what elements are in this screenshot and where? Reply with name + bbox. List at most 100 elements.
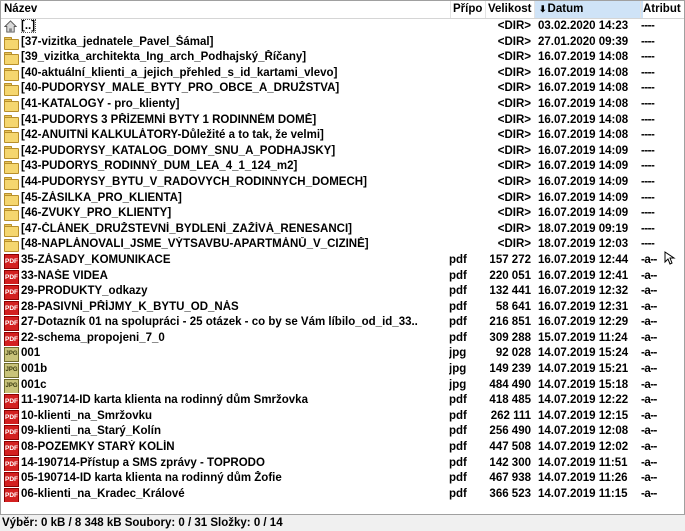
pdf-file-icon: PDF <box>4 440 20 456</box>
folder-icon <box>4 128 20 144</box>
file-rows: [..] <DIR> 03.02.2020 14:23 ---- [37-vizitka… <box>1 19 684 503</box>
file-extension <box>449 97 483 113</box>
pdf-file-icon: PDF <box>4 315 20 331</box>
file-extension: pdf <box>449 253 467 266</box>
pdf-file-icon: PDF <box>4 269 20 285</box>
file-row[interactable]: PDF 08-POZEMKY STARÝ KOLÍN pdf 447 508 14.07… <box>1 440 684 456</box>
file-date: 16.07.2019 14:08 <box>538 113 629 126</box>
folder-row[interactable]: [47-ČLÁNEK_DRUŽSTEVNÍ_BYDLENÍ_ZAŽÍVÁ_REN… <box>1 222 684 238</box>
folder-icon <box>4 66 20 82</box>
file-row[interactable]: PDF 05-190714-ID karta klienta na rodinný… <box>1 471 684 487</box>
file-date: 16.07.2019 12:29 <box>538 316 629 329</box>
file-attributes: -a-- <box>641 472 657 485</box>
file-row[interactable]: PDF 10-klienti_na_Smržovku pdf 262 111 14.07… <box>1 409 684 425</box>
folder-row[interactable]: [42-PUDORYSY_KATALOG_DOMY_SNU_A_PODHAJSK… <box>1 144 684 160</box>
file-extension <box>449 66 483 82</box>
file-date: 16.07.2019 14:09 <box>538 175 629 188</box>
file-attributes: -a-- <box>641 441 657 454</box>
file-name: [45-ZÁSILKA_PRO_KLIENTA] <box>21 191 182 204</box>
file-row[interactable]: PDF 27-Dotazník 01 na spolupráci - 25 otá… <box>1 315 684 331</box>
file-name: [41-KATALOGY - pro_klienty] <box>21 97 180 110</box>
file-date: 14.07.2019 12:08 <box>538 425 629 438</box>
file-attributes: -a-- <box>641 378 657 391</box>
file-size: <DIR> <box>497 20 531 32</box>
file-size: <DIR> <box>497 82 531 95</box>
file-row[interactable]: JPG 001 jpg 92 028 14.07.2019 15:24 -a-- <box>1 346 684 363</box>
file-date: 16.07.2019 14:08 <box>538 51 629 64</box>
column-header-extension[interactable]: Přípo <box>450 1 487 18</box>
file-date: 03.02.2020 14:23 <box>538 20 629 32</box>
file-attributes: ---- <box>641 35 655 48</box>
file-row[interactable]: PDF 33-NAŠE VIDEA pdf 220 051 16.07.2019 12:… <box>1 269 684 285</box>
file-name: 28-PASIVNÍ_PŘÍJMY_K_BYTU_OD_NÁS <box>21 300 239 313</box>
file-size: 92 028 <box>495 347 531 360</box>
folder-row[interactable]: [41-PUDORYS 3 PŘÍZEMNÍ BYTY 1 RODINNÉM D… <box>1 113 684 129</box>
column-header-size[interactable]: Velikost <box>485 1 535 18</box>
file-size: <DIR> <box>497 160 531 173</box>
folder-icon <box>4 144 20 160</box>
file-date: 18.07.2019 12:03 <box>538 238 629 251</box>
file-list-panel[interactable]: Název Přípo Velikost ⬇Datum Atribut [..]… <box>0 0 685 515</box>
file-row[interactable]: PDF 29-PRODUKTY_odkazy pdf 132 441 16.07.201… <box>1 284 684 300</box>
file-row[interactable]: PDF 06-klienti_na_Kradec_Králové pdf 366 52… <box>1 487 684 503</box>
column-header-date[interactable]: ⬇Datum <box>534 1 643 18</box>
file-extension: pdf <box>449 316 467 329</box>
file-attributes: ---- <box>641 238 655 251</box>
file-row[interactable]: JPG 001c jpg 484 490 14.07.2019 15:18 -a-- <box>1 378 684 394</box>
folder-row[interactable]: [45-ZÁSILKA_PRO_KLIENTA] <DIR> 16.07.2019 … <box>1 191 684 207</box>
file-date: 16.07.2019 14:08 <box>538 129 629 142</box>
file-row[interactable]: PDF 09-klienti_na_Starý_Kolín pdf 256 490 14… <box>1 424 684 441</box>
pdf-file-icon: PDF <box>4 284 20 300</box>
file-attributes: ---- <box>641 82 655 95</box>
file-date: 16.07.2019 14:08 <box>538 66 629 79</box>
file-size: <DIR> <box>497 129 531 142</box>
file-extension <box>449 159 483 175</box>
file-extension: pdf <box>449 269 467 282</box>
file-date: 14.07.2019 12:15 <box>538 409 629 422</box>
file-extension <box>449 50 483 66</box>
folder-row[interactable]: [46-ZVUKY_PRO_KLIENTY] <DIR> 16.07.2019 14… <box>1 206 684 222</box>
file-row[interactable]: PDF 22-schema_propojeni_7_0 pdf 309 288 15.0… <box>1 331 684 347</box>
file-row[interactable]: PDF 11-190714-ID karta klienta na rodinný… <box>1 393 684 409</box>
folder-row[interactable]: [41-KATALOGY - pro_klienty] <DIR> 16.07.20… <box>1 97 684 113</box>
file-name: [46-ZVUKY_PRO_KLIENTY] <box>21 207 172 220</box>
folder-row[interactable]: [42-ANUITNÍ KALKULÁTORY-Důležité a to ta… <box>1 128 684 144</box>
folder-icon <box>4 35 20 51</box>
file-attributes: ---- <box>641 207 655 220</box>
file-date: 14.07.2019 11:51 <box>538 456 628 469</box>
file-row[interactable]: PDF 14-190714-Přístup a SMS zprávy - TOPR… <box>1 456 684 472</box>
file-extension: pdf <box>449 300 467 313</box>
file-attributes: -a-- <box>641 456 657 469</box>
file-name: 27-Dotazník 01 na spolupráci - 25 otázek… <box>21 316 418 329</box>
file-size: 58 641 <box>495 300 531 313</box>
file-attributes: ---- <box>641 129 655 142</box>
folder-row[interactable]: [48-NAPLÁNOVALI_JSME_VÝTSAVBU-APARTMÁNŮ_… <box>1 237 684 253</box>
folder-row[interactable]: [40-PUDORYSY_MALE_BYTY_PRO_OBCE_A_DRUŽST… <box>1 81 684 97</box>
file-extension: jpg <box>449 363 467 376</box>
folder-row[interactable]: [43-PUDORYS_RODINNÝ_DUM_LEA_4_1_124_m2] <… <box>1 159 684 175</box>
status-bar: Výběr: 0 kB / 8 348 kB Soubory: 0 / 31 S… <box>0 516 685 531</box>
file-date: 14.07.2019 11:15 <box>538 487 628 500</box>
folder-row[interactable]: [44-PUDORYSY_BYTU_V_RADOVYCH_RODINNYCH_D… <box>1 175 684 191</box>
file-size: <DIR> <box>497 238 531 251</box>
file-attributes: ---- <box>641 144 655 157</box>
file-row[interactable]: JPG 001b jpg 149 239 14.07.2019 15:21 -a-- <box>1 362 684 378</box>
folder-icon <box>4 191 20 207</box>
file-size: 132 441 <box>489 285 531 298</box>
pdf-file-icon: PDF <box>4 471 20 487</box>
column-header-name[interactable]: Název <box>4 1 444 18</box>
folder-row[interactable]: [..] <DIR> 03.02.2020 14:23 ---- <box>1 19 684 35</box>
folder-row[interactable]: [39_vizitka_architekta_Ing_arch_Podhajsk… <box>1 50 684 66</box>
column-header-attributes[interactable]: Atribut <box>640 1 684 18</box>
file-extension <box>449 113 483 129</box>
pdf-file-icon: PDF <box>4 409 20 425</box>
folder-row[interactable]: [40-aktuální_klienti_a_jejich_přehled_s_… <box>1 66 684 82</box>
file-extension: pdf <box>449 456 467 469</box>
file-row[interactable]: PDF 35-ZÁSADY_KOMUNIKACE pdf 157 272 16.07.2… <box>1 253 684 269</box>
file-row[interactable]: PDF 28-PASIVNÍ_PŘÍJMY_K_BYTU_OD_NÁS pdf 58 … <box>1 300 684 316</box>
folder-icon <box>4 159 20 175</box>
file-attributes: ---- <box>641 222 655 235</box>
folder-icon <box>4 97 20 113</box>
file-size: <DIR> <box>497 175 531 188</box>
folder-row[interactable]: [37-vizitka_jednatele_Pavel_Šámal] <DIR> 2… <box>1 35 684 51</box>
